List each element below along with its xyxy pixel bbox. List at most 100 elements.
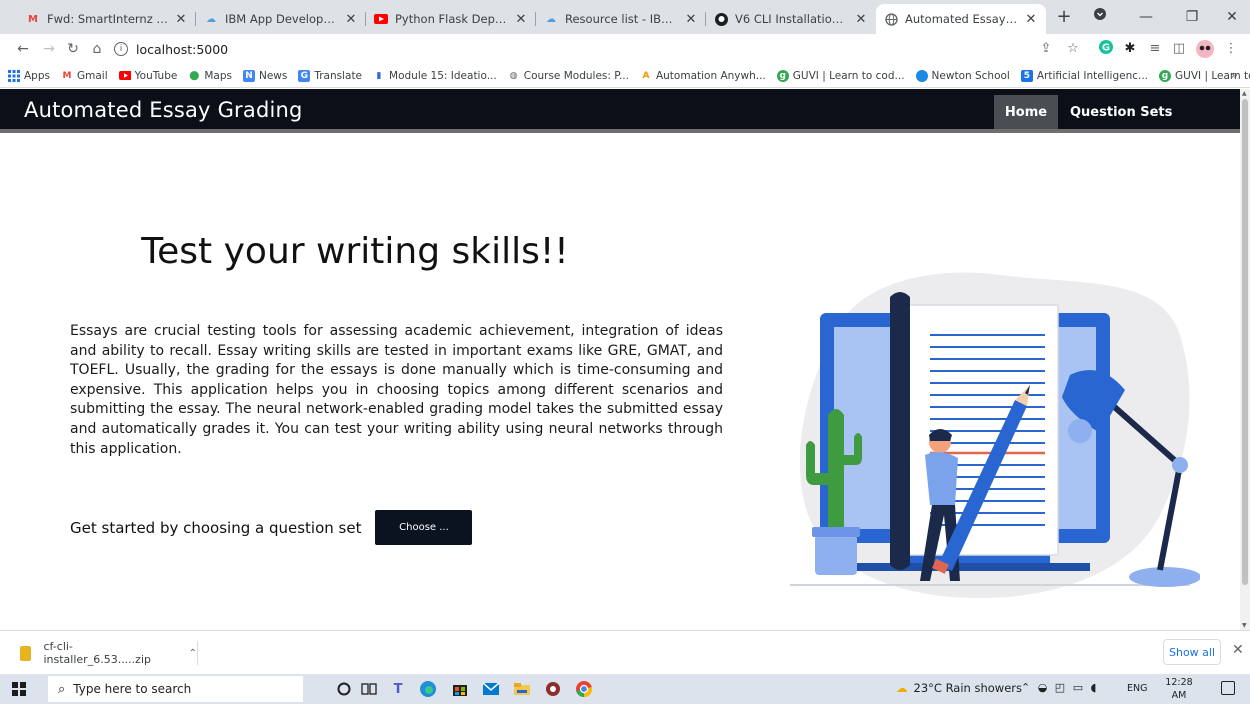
browser-tab-strip: M Fwd: SmartInternz Email Cre ✕ ☁ IBM Ap…: [0, 0, 1250, 34]
browser-tab[interactable]: M Fwd: SmartInternz Email Cre ✕: [18, 4, 196, 34]
automation-icon: A: [642, 70, 650, 81]
maximize-icon[interactable]: ❐: [1178, 6, 1206, 28]
system-tray-icons[interactable]: ⌃ ◒ ◰ ▭ ◖: [1021, 681, 1098, 694]
bookmark-course-modules[interactable]: ◍ Course Modules: P...: [508, 70, 629, 82]
share-icon[interactable]: ⇪: [1037, 40, 1055, 58]
rain-cloud-icon: ☁: [896, 681, 908, 695]
minimize-icon[interactable]: —: [1132, 6, 1160, 28]
tab-title: Fwd: SmartInternz Email Cre: [47, 12, 168, 26]
browser-tab[interactable]: ☁ IBM App Development ✕: [196, 4, 366, 34]
bookmark-translate[interactable]: G Translate: [298, 69, 362, 82]
file-explorer-icon[interactable]: [512, 679, 532, 699]
bookmark-news[interactable]: N News: [242, 69, 287, 82]
browser-tab[interactable]: Python Flask Deployment - ✕: [366, 4, 536, 34]
bookmark-automation-anywhere[interactable]: A Automation Anywh...: [640, 70, 765, 82]
browser-tab[interactable]: ☁ Resource list - IBM Cloud ✕: [536, 4, 706, 34]
chrome-menu-icon[interactable]: ⋮: [1222, 40, 1240, 58]
download-item[interactable]: cf-cli-installer_6.53.....zip ⌃: [14, 640, 198, 666]
edge-browser-icon[interactable]: [418, 679, 438, 699]
bookmark-newton-school[interactable]: Newton School: [915, 69, 1010, 82]
windows-start-icon[interactable]: [12, 682, 26, 696]
cortana-icon[interactable]: [334, 679, 354, 699]
forward-icon[interactable]: →: [38, 38, 60, 60]
taskbar-search-box[interactable]: ⌕ Type here to search: [48, 676, 303, 702]
task-view-icon[interactable]: [359, 679, 379, 699]
scrollbar-thumb[interactable]: [1242, 99, 1248, 585]
reading-list-icon[interactable]: ≡: [1146, 40, 1164, 58]
tab-title: Resource list - IBM Cloud: [565, 12, 678, 26]
bookmark-module-15[interactable]: ▮ Module 15: Ideatio...: [373, 70, 497, 82]
page-scrollbar[interactable]: ▲ ▼: [1240, 89, 1250, 630]
newton-icon: [915, 69, 928, 82]
taskbar-clock[interactable]: 12:28 AM 17-11-2021: [1157, 676, 1201, 704]
youtube-icon: [374, 12, 388, 26]
gmail-icon: M: [28, 13, 38, 25]
tab-search-icon[interactable]: [1086, 6, 1114, 28]
cloud-icon: ☁: [206, 13, 216, 25]
svg-text:G: G: [1102, 43, 1110, 54]
browser-tab[interactable]: V6 CLI Installation Guide · c ✕: [706, 4, 876, 34]
weather-widget[interactable]: ☁ 23°C Rain showers: [896, 681, 1022, 695]
chevron-up-icon[interactable]: ⌃: [189, 648, 197, 659]
scroll-up-icon[interactable]: ▲: [1242, 90, 1247, 97]
back-icon[interactable]: ←: [12, 38, 34, 60]
browser-toolbar: ← → ↻ ⌂ i localhost:5000 ⇪ ☆ G ✱ ≡ ◫ ⋮: [0, 34, 1250, 64]
youtube-icon: [118, 70, 131, 82]
globe-icon: [884, 12, 898, 26]
close-download-bar-icon[interactable]: ✕: [1232, 642, 1244, 658]
globe-icon: ◍: [509, 70, 518, 81]
bookmark-apps[interactable]: Apps: [8, 69, 50, 82]
taskbar-search-placeholder: Type here to search: [73, 682, 192, 696]
tab-title: Python Flask Deployment -: [395, 12, 508, 26]
guvi-icon: g: [776, 69, 789, 82]
show-all-downloads-button[interactable]: Show all: [1163, 639, 1221, 665]
close-tab-icon[interactable]: ✕: [174, 12, 188, 27]
bookmark-artificial-intelligence[interactable]: 5 Artificial Intelligenc...: [1020, 69, 1148, 82]
hero-paragraph: Essays are crucial testing tools for ass…: [70, 323, 723, 457]
notifications-icon[interactable]: [1221, 681, 1235, 695]
choose-question-set-button[interactable]: Choose ...: [375, 510, 473, 545]
close-tab-icon[interactable]: ✕: [854, 12, 868, 27]
bookmarks-overflow-icon[interactable]: »: [1231, 68, 1238, 82]
new-tab-button[interactable]: +: [1052, 6, 1076, 30]
weather-text: 23°C Rain showers: [913, 681, 1023, 695]
input-language[interactable]: ENG: [1127, 683, 1147, 694]
app-icon[interactable]: [543, 679, 563, 699]
site-brand[interactable]: Automated Essay Grading: [24, 98, 303, 122]
essay-writing-illustration: [790, 272, 1200, 599]
site-info-icon[interactable]: i: [114, 42, 128, 56]
bookmark-star-icon[interactable]: ☆: [1064, 40, 1082, 58]
side-panel-icon[interactable]: ◫: [1170, 40, 1188, 58]
web-page: Automated Essay Grading Home Question Se…: [0, 89, 1240, 630]
home-icon[interactable]: ⌂: [86, 38, 108, 60]
gmail-icon: M: [62, 70, 72, 81]
news-icon: N: [242, 69, 255, 82]
extensions-puzzle-icon[interactable]: ✱: [1121, 40, 1139, 58]
close-tab-icon[interactable]: ✕: [1024, 12, 1038, 27]
download-filename: cf-cli-installer_6.53.....zip: [43, 640, 151, 666]
nav-question-sets-link[interactable]: Question Sets: [1070, 95, 1172, 129]
bookmark-guvi[interactable]: g GUVI | Learn to cod...: [776, 69, 905, 82]
close-tab-icon[interactable]: ✕: [344, 12, 358, 27]
address-bar[interactable]: i localhost:5000: [114, 38, 1094, 60]
nav-home-link[interactable]: Home: [994, 95, 1058, 129]
cta-row: Get started by choosing a question set C…: [70, 510, 473, 545]
search-icon: ⌕: [58, 681, 66, 697]
close-tab-icon[interactable]: ✕: [514, 12, 528, 27]
browser-tab-active[interactable]: Automated Essay Grading ✕: [876, 4, 1046, 34]
bookmark-youtube[interactable]: YouTube: [118, 70, 177, 82]
close-tab-icon[interactable]: ✕: [684, 12, 698, 27]
mail-icon[interactable]: [481, 679, 501, 699]
teams-icon[interactable]: T: [388, 679, 408, 699]
profile-avatar[interactable]: [1196, 40, 1214, 58]
reload-icon[interactable]: ↻: [62, 38, 84, 60]
tab-title: V6 CLI Installation Guide · c: [735, 12, 848, 26]
chrome-icon[interactable]: [574, 679, 594, 699]
close-window-icon[interactable]: ✕: [1218, 6, 1246, 28]
site-navbar: Automated Essay Grading Home Question Se…: [0, 89, 1240, 133]
scroll-down-icon[interactable]: ▼: [1242, 622, 1247, 629]
bookmark-gmail[interactable]: M Gmail: [61, 70, 108, 82]
grammarly-extension-icon[interactable]: G: [1097, 40, 1115, 58]
bookmark-maps[interactable]: ⬤ Maps: [188, 70, 232, 82]
microsoft-store-icon[interactable]: [450, 679, 470, 699]
